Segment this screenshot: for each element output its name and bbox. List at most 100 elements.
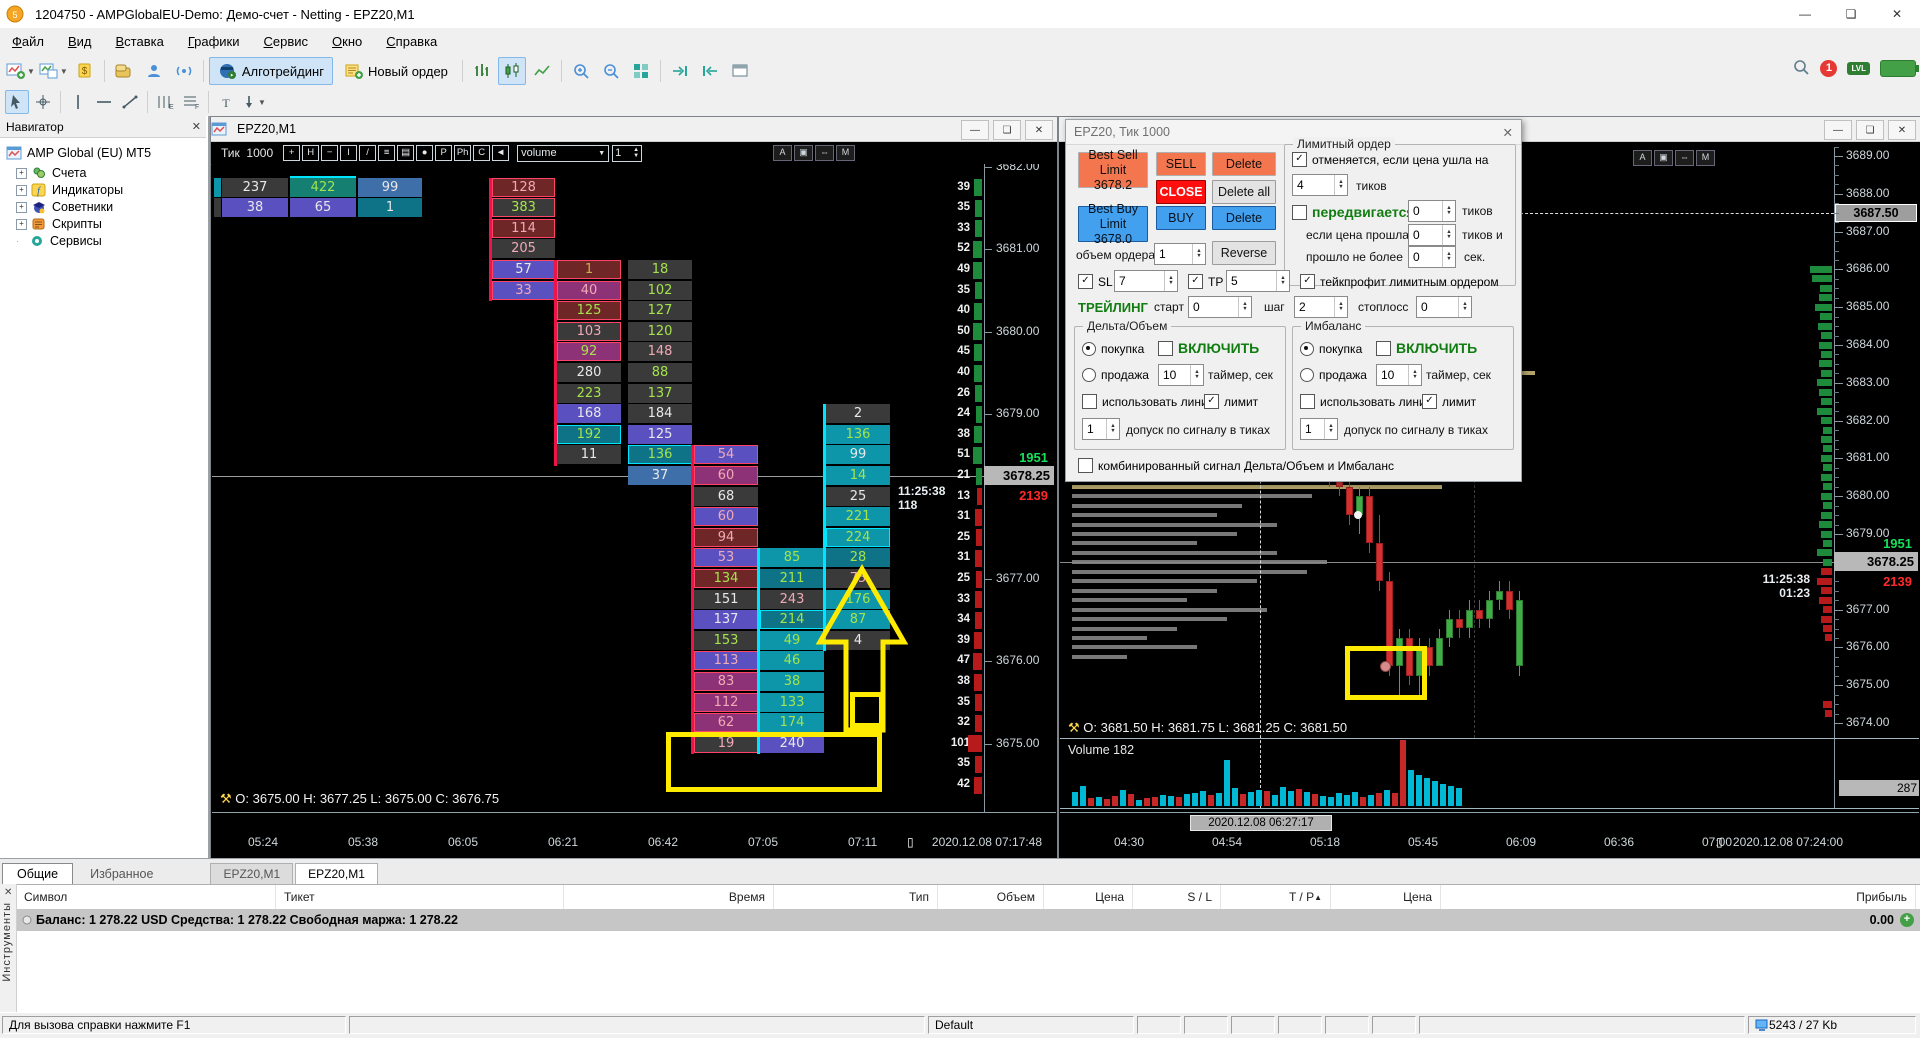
menu-item-вставка[interactable]: Вставка [104,30,176,53]
chart-corner-button-M[interactable]: M [836,145,855,161]
column-header-Время[interactable]: Время [564,885,774,909]
cluster-toolbar-button-H[interactable]: H [302,145,320,161]
delta-enable-checkbox[interactable]: ВКЛЮЧИТЬ [1158,340,1259,356]
cluster-toolbar-button-▤[interactable]: ▤ [397,145,415,161]
cluster-toolbar-button-●[interactable]: ● [416,145,434,161]
navigator-item-scripts[interactable]: + Скрипты [16,215,102,233]
column-header-SL[interactable]: S / L [1133,885,1221,909]
sl-checkbox[interactable]: ✓ SL [1078,274,1113,289]
cluster-toolbar-button-+[interactable]: + [283,145,301,161]
maximize-button[interactable]: ❏ [1828,0,1874,28]
left-chart-time-axis[interactable]: 05:24 05:38 06:05 06:21 06:42 07:05 07:11 ▯ 2020… [212,812,1056,858]
toolbox-toggle-button[interactable] [726,57,754,85]
sl-spinner[interactable]: 7 ▲ ▼ [1114,270,1178,292]
delta-limit-checkbox[interactable]: ✓ лимит [1204,394,1258,409]
delete-buy-button[interactable]: Delete [1212,206,1276,230]
column-header-Цена[interactable]: Цена [1331,885,1441,909]
crosshair-tool[interactable] [31,90,55,114]
cluster-toolbar-button-I[interactable]: I [340,145,358,161]
navigator-item-advisors[interactable]: + Советники [16,198,113,216]
candle-chart-button[interactable] [497,57,526,85]
spinner-move_value[interactable]: 0 ▲ ▼ [1408,200,1456,222]
combined-signal-checkbox[interactable]: комбинированный сигнал Дельта/Объем и Им… [1078,458,1394,473]
right-chart-time-axis[interactable]: 2020.12.08 06:27:17 04:30 04:54 05:18 05:45 0… [1060,812,1919,858]
tp-checkbox[interactable]: ✓ TP [1188,274,1223,289]
chart-tab-0[interactable]: EPZ20,M1 [210,863,294,885]
delta-tolerance-spinner[interactable]: 1 ▲ ▼ [1082,418,1120,440]
auto-scroll-button[interactable] [696,57,724,85]
left-chart-titlebar[interactable]: EPZ20,M1 — ❏ ✕ [211,117,1057,142]
column-header-Тип[interactable]: Тип [774,885,938,909]
toolbox-close-icon[interactable]: ✕ [4,887,12,898]
column-header-Символ[interactable]: Символ [16,885,276,909]
trendline-tool[interactable] [118,90,142,114]
profiles-button[interactable]: ▼ [38,57,69,85]
chart-corner-button-M[interactable]: M [1696,150,1715,166]
sell-button[interactable]: SELL [1156,152,1206,176]
chart-shift-button[interactable] [666,57,694,85]
zoom-in-button[interactable] [567,57,595,85]
imbalance-limit-checkbox[interactable]: ✓ лимит [1422,394,1476,409]
navigator-item-accounts[interactable]: + Счета [16,164,86,182]
chart-tab-1[interactable]: EPZ20,M1 [295,863,378,885]
menu-item-графики[interactable]: Графики [176,30,252,53]
imbalance-tolerance-spinner[interactable]: 1 ▲ ▼ [1300,418,1338,440]
close-button[interactable]: ✕ [1874,0,1920,28]
nav-tab-общие[interactable]: Общие [2,863,74,885]
left-chart-maximize-button[interactable]: ❏ [993,120,1021,140]
imbalance-sell-radio[interactable]: продажа [1300,368,1367,382]
fibonacci-tool[interactable]: F [179,90,203,114]
menu-item-вид[interactable]: Вид [56,30,104,53]
menu-item-справка[interactable]: Справка [374,30,449,53]
delta-buy-radio[interactable]: покупка [1082,342,1144,356]
horizontal-line-tool[interactable] [92,90,116,114]
tile-windows-button[interactable] [627,57,655,85]
bar-chart-button[interactable] [468,57,496,85]
right-chart-close-button[interactable]: ✕ [1888,120,1916,140]
navigator-item-indicators[interactable]: + f Индикаторы [16,181,123,199]
algo-trading-button[interactable]: Алготрейдинг [208,57,333,85]
menu-item-файл[interactable]: Файл [0,30,56,53]
spinner-cancel_ticks[interactable]: 4 ▲ ▼ [1292,174,1348,196]
community-button[interactable] [140,57,168,85]
navigator-root[interactable]: AMP Global (EU) MT5 [6,144,151,162]
add-icon[interactable]: + [1900,913,1914,927]
cursor-tool[interactable] [5,90,29,114]
chart-corner-button-▣[interactable]: ▣ [1654,150,1673,166]
chart-corner-button-⇔[interactable]: ⇔ [1675,150,1694,166]
signals-button[interactable] [170,57,198,85]
column-header-TP[interactable]: T / P ▲ [1221,885,1331,909]
delete-all-button[interactable]: Delete all [1212,180,1276,204]
new-chart-button[interactable]: ▼ [5,57,36,85]
trailing-step-spinner[interactable]: 2 ▲ ▼ [1294,296,1348,318]
zoom-out-button[interactable] [597,57,625,85]
lvl-indicator[interactable]: LVL [1847,62,1870,75]
order-volume-spinner[interactable]: 1 ▲ ▼ [1154,243,1206,265]
order-panel-close-icon[interactable]: ✕ [1503,125,1513,140]
text-tool[interactable]: T [214,90,238,114]
cluster-toolbar-button-/[interactable]: / [359,145,377,161]
cancel-if-checkbox[interactable]: ✓ отменяется, если цена ушла на [1292,152,1488,167]
chart-corner-button-⇔[interactable]: ⇔ [815,145,834,161]
vertical-line-tool[interactable] [66,90,90,114]
cluster-toolbar-button-◄[interactable]: ◄ [492,145,510,161]
navigator-close-icon[interactable]: ✕ [192,120,201,133]
imbalance-use-line-checkbox[interactable]: использовать линию [1300,394,1435,409]
best-sell-limit-button[interactable]: Best Sell Limit 3678.2 [1078,148,1148,192]
spinner-no_more_value[interactable]: 0 ▲ ▼ [1408,246,1456,268]
minimize-button[interactable]: — [1782,0,1828,28]
cluster-scale-spinner[interactable]: 1 ▲ ▼ [612,144,643,162]
menu-item-сервис[interactable]: Сервис [252,30,321,53]
arrows-tool[interactable]: ▼ [240,90,267,114]
cluster-toolbar-button-−[interactable]: − [321,145,339,161]
trailing-stop-spinner[interactable]: 0 ▲ ▼ [1416,296,1472,318]
collapse-icon[interactable] [22,915,36,925]
imbalance-enable-checkbox[interactable]: ВКЛЮЧИТЬ [1376,340,1477,356]
cluster-toolbar-button-Ph[interactable]: Ph [454,145,472,161]
menu-item-окно[interactable]: Окно [320,30,374,53]
cluster-toolbar-button-≡[interactable]: ≡ [378,145,396,161]
right-chart-minimize-button[interactable]: — [1824,120,1852,140]
tp-limit-checkbox[interactable]: ✓ тейкпрофит лимитным ордером [1300,274,1499,289]
cycle-lines-tool[interactable]: E [153,90,177,114]
chart-corner-button-A[interactable]: A [773,145,792,161]
